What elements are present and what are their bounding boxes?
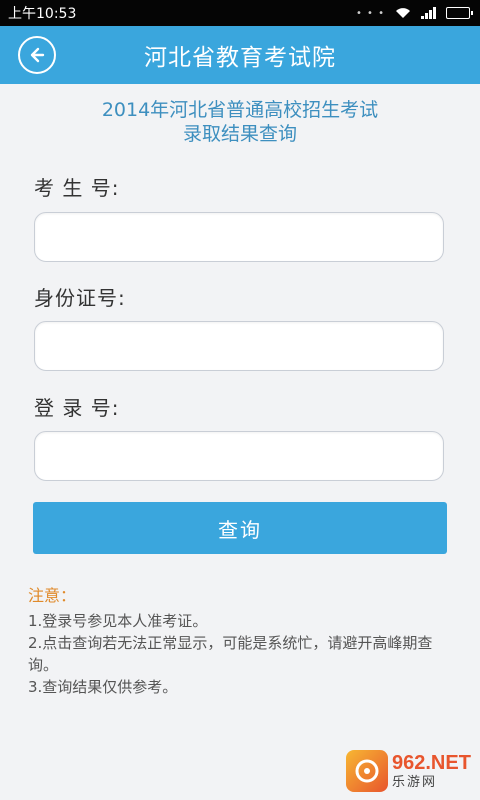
status-bar: 上午10:53 • • •	[0, 0, 480, 26]
subtitle-line-2: 录取结果查询	[182, 123, 297, 145]
status-time: 上午10:53	[8, 6, 77, 22]
notice-item: 1.登录号参见本人准考证。	[28, 612, 208, 630]
watermark-text: 962.NET 乐游网	[392, 753, 471, 789]
signal-icon	[421, 7, 436, 19]
watermark: 962.NET 乐游网	[346, 748, 474, 794]
query-button[interactable]: 查询	[33, 502, 447, 554]
login-number-input[interactable]	[34, 431, 444, 481]
app-header: 河北省教育考试院	[0, 26, 480, 84]
login-number-label: 登 录 号:	[34, 396, 120, 420]
back-button[interactable]	[18, 36, 56, 74]
exam-number-input[interactable]	[34, 212, 444, 262]
notification-dots-icon: • • •	[355, 7, 385, 19]
id-number-input[interactable]	[34, 321, 444, 371]
subtitle-line-1: 2014年河北省普通高校招生考试	[101, 99, 379, 121]
query-subtitle: 2014年河北省普通高校招生考试 录取结果查询	[0, 98, 480, 146]
status-icons: • • •	[355, 7, 473, 19]
watermark-logo-icon	[346, 750, 388, 792]
notice-title: 注意：	[28, 586, 77, 605]
battery-icon	[446, 7, 473, 19]
page-title: 河北省教育考试院	[144, 45, 336, 71]
watermark-brand: 962.NET	[392, 752, 471, 774]
back-arrow-icon	[30, 47, 45, 63]
notice-item: 3.查询结果仅供参考。	[28, 678, 178, 696]
notice-list: 1.登录号参见本人准考证。 2.点击查询若无法正常显示，可能是系统忙，请避开高峰…	[28, 610, 458, 698]
exam-number-label: 考 生 号:	[34, 176, 120, 200]
watermark-sub: 乐游网	[392, 775, 438, 790]
notice-item: 2.点击查询若无法正常显示，可能是系统忙，请避开高峰期查询。	[28, 634, 433, 674]
id-number-label: 身份证号:	[34, 286, 126, 310]
wifi-icon	[395, 7, 411, 19]
